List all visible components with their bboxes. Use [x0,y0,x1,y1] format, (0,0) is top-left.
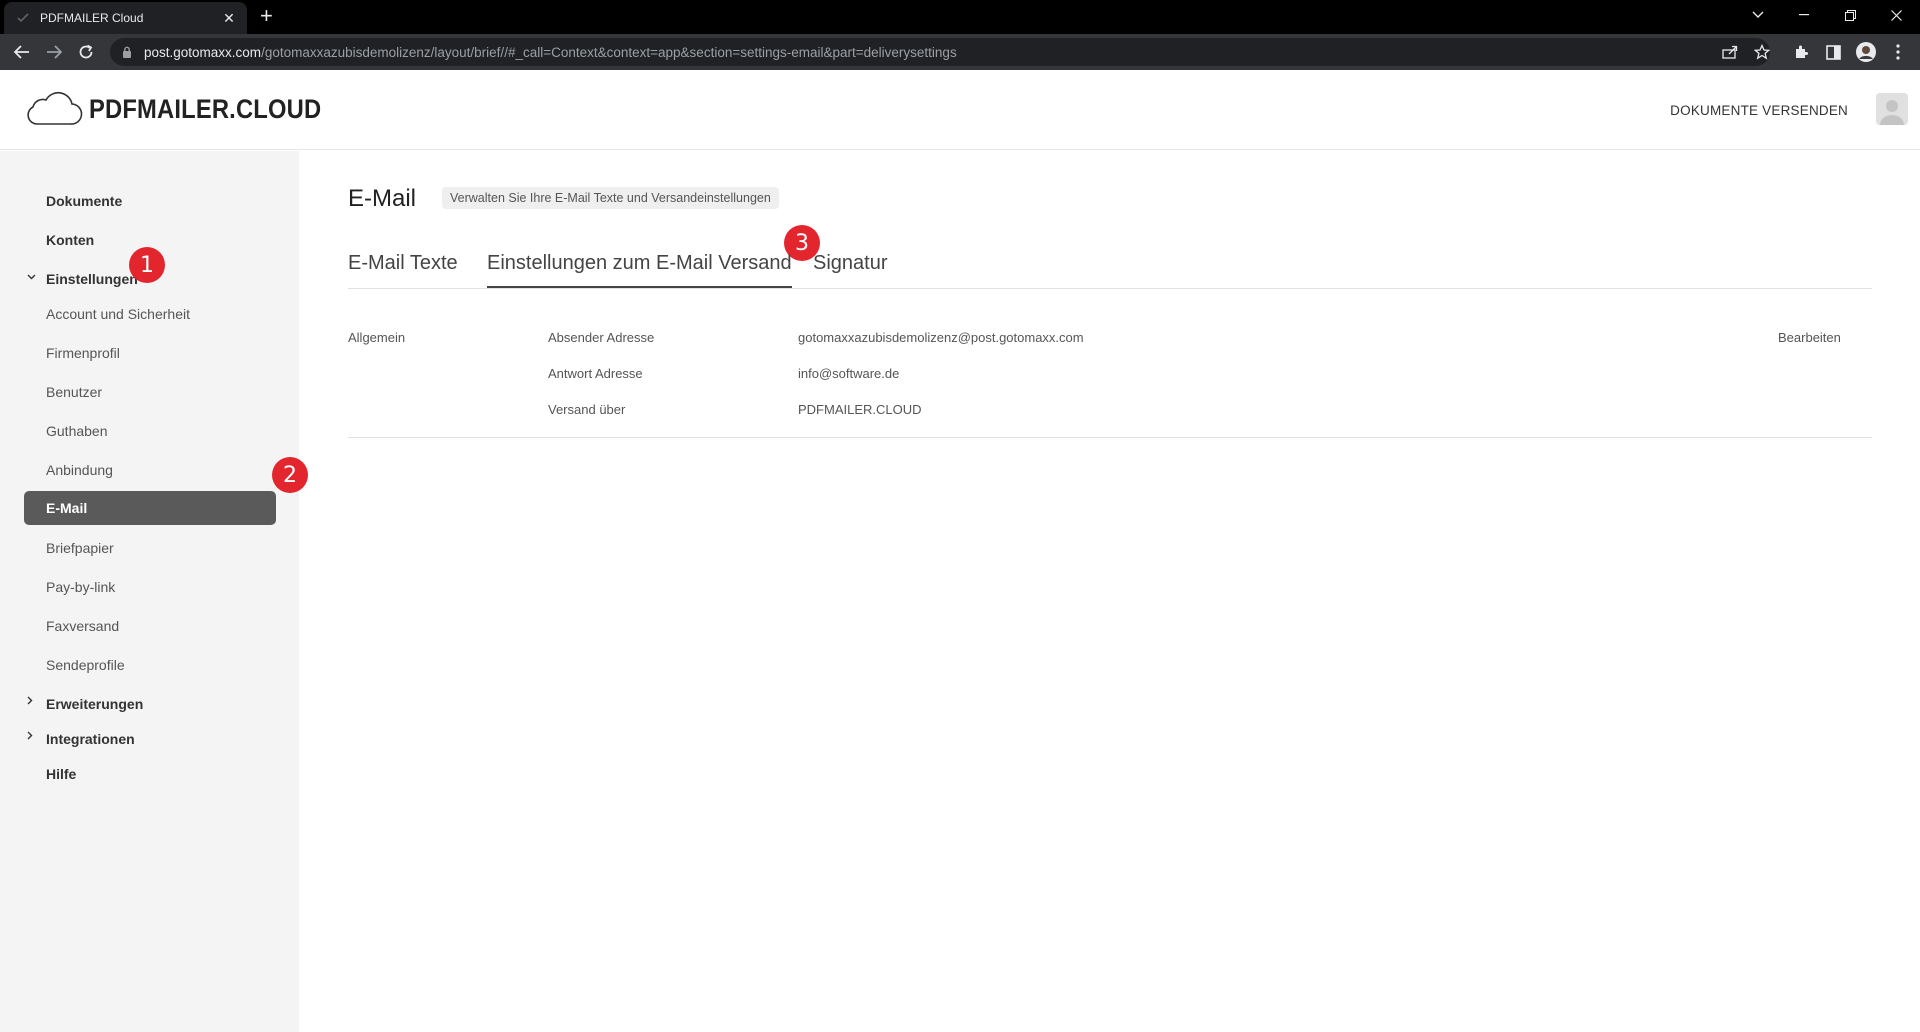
browser-menu-icon[interactable] [1884,38,1912,66]
tab-email-texte[interactable]: E-Mail Texte [348,252,458,288]
new-tab-icon[interactable]: + [260,5,273,27]
page-title: E-Mail [348,185,417,212]
sidebar-item-briefpapier[interactable]: Briefpapier [46,540,114,556]
step-badge-1: 1 [129,247,165,283]
field-label: Versand über [548,402,626,417]
edit-button[interactable]: Bearbeiten [1778,330,1841,345]
extensions-icon[interactable] [1787,38,1815,66]
field-value: PDFMAILER.CLOUD [798,402,922,417]
tab-signatur[interactable]: Signatur [813,252,888,288]
delivery-settings-section: Allgemein Absender Adresse gotomaxxazubi… [348,320,1872,438]
sidebar-item-konten[interactable]: Konten [46,232,94,248]
share-icon[interactable] [1716,38,1744,66]
chevron-right-icon[interactable] [27,696,33,708]
sidebar-item-einstellungen[interactable]: Einstellungen [46,271,138,287]
close-window-icon[interactable] [1874,0,1918,30]
restore-icon[interactable] [1828,0,1872,30]
field-value: gotomaxxazubisdemolizenz@post.gotomaxx.c… [798,330,1084,345]
field-value: info@software.de [798,366,900,381]
sidebar-item-integrationen[interactable]: Integrationen [46,731,135,747]
sidebar-item-pay-by-link[interactable]: Pay-by-link [46,579,115,595]
chevron-right-icon[interactable] [27,731,33,743]
sidebar-item-erweiterungen[interactable]: Erweiterungen [46,696,143,712]
sidebar: Dokumente Konten Einstellungen Account u… [0,151,299,1032]
sidebar-item-sendeprofile[interactable]: Sendeprofile [46,657,125,673]
brand-logo[interactable]: PDFMAILER.CLOUD [25,90,353,128]
browser-tab-title: PDFMAILER Cloud [40,11,144,25]
url-text: post.gotomaxx.com/gotomaxxazubisdemolize… [144,44,957,60]
chevron-down-icon[interactable] [27,271,36,283]
sidebar-item-anbindung[interactable]: Anbindung [46,462,113,478]
tab-bar: E-Mail Texte Einstellungen zum E-Mail Ve… [348,252,1872,289]
sidebar-item-hilfe[interactable]: Hilfe [46,766,76,782]
sidebar-item-account-und-sicherheit[interactable]: Account und Sicherheit [46,306,190,322]
sidebar-item-faxversand[interactable]: Faxversand [46,618,119,634]
app-header: PDFMAILER.CLOUD DOKUMENTE VERSENDEN [0,70,1920,150]
forward-icon[interactable] [40,34,68,70]
favicon-icon [16,11,30,25]
field-label: Absender Adresse [548,330,655,345]
sidebar-item-benutzer[interactable]: Benutzer [46,384,102,400]
profile-avatar-icon[interactable] [1852,38,1880,66]
browser-tab-bar: PDFMAILER Cloud ✕ + [0,0,1920,34]
brand-name: PDFMAILER.CLOUD [89,93,322,124]
sidebar-item-dokumente[interactable]: Dokumente [46,193,122,209]
bookmark-star-icon[interactable] [1748,38,1776,66]
sidebar-item-email[interactable]: E-Mail [24,491,276,525]
browser-tab[interactable]: PDFMAILER Cloud ✕ [4,2,247,34]
tab-einstellungen-email-versand[interactable]: Einstellungen zum E-Mail Versand [487,252,792,288]
sidebar-item-guthaben[interactable]: Guthaben [46,423,108,439]
send-documents-link[interactable]: DOKUMENTE VERSENDEN [1670,103,1848,118]
reload-icon[interactable] [72,34,100,70]
tab-search-icon[interactable] [1736,0,1780,30]
cloud-icon [27,91,83,125]
page-hint: Verwalten Sie Ihre E-Mail Texte und Vers… [442,187,779,209]
close-tab-icon[interactable]: ✕ [221,10,237,27]
step-badge-2: 2 [272,457,308,493]
sidebar-item-firmenprofil[interactable]: Firmenprofil [46,345,120,361]
sidebar-item-email-label: E-Mail [46,500,88,516]
lock-icon[interactable] [122,45,134,59]
address-bar[interactable]: post.gotomaxx.com/gotomaxxazubisdemolize… [110,38,1770,66]
section-label: Allgemein [348,330,406,345]
minimize-icon[interactable] [1782,0,1826,30]
user-avatar-icon[interactable] [1876,93,1908,125]
browser-toolbar: post.gotomaxx.com/gotomaxxazubisdemolize… [0,34,1920,70]
field-label: Antwort Adresse [548,366,643,381]
side-panel-icon[interactable] [1819,38,1847,66]
back-icon[interactable] [8,34,36,70]
